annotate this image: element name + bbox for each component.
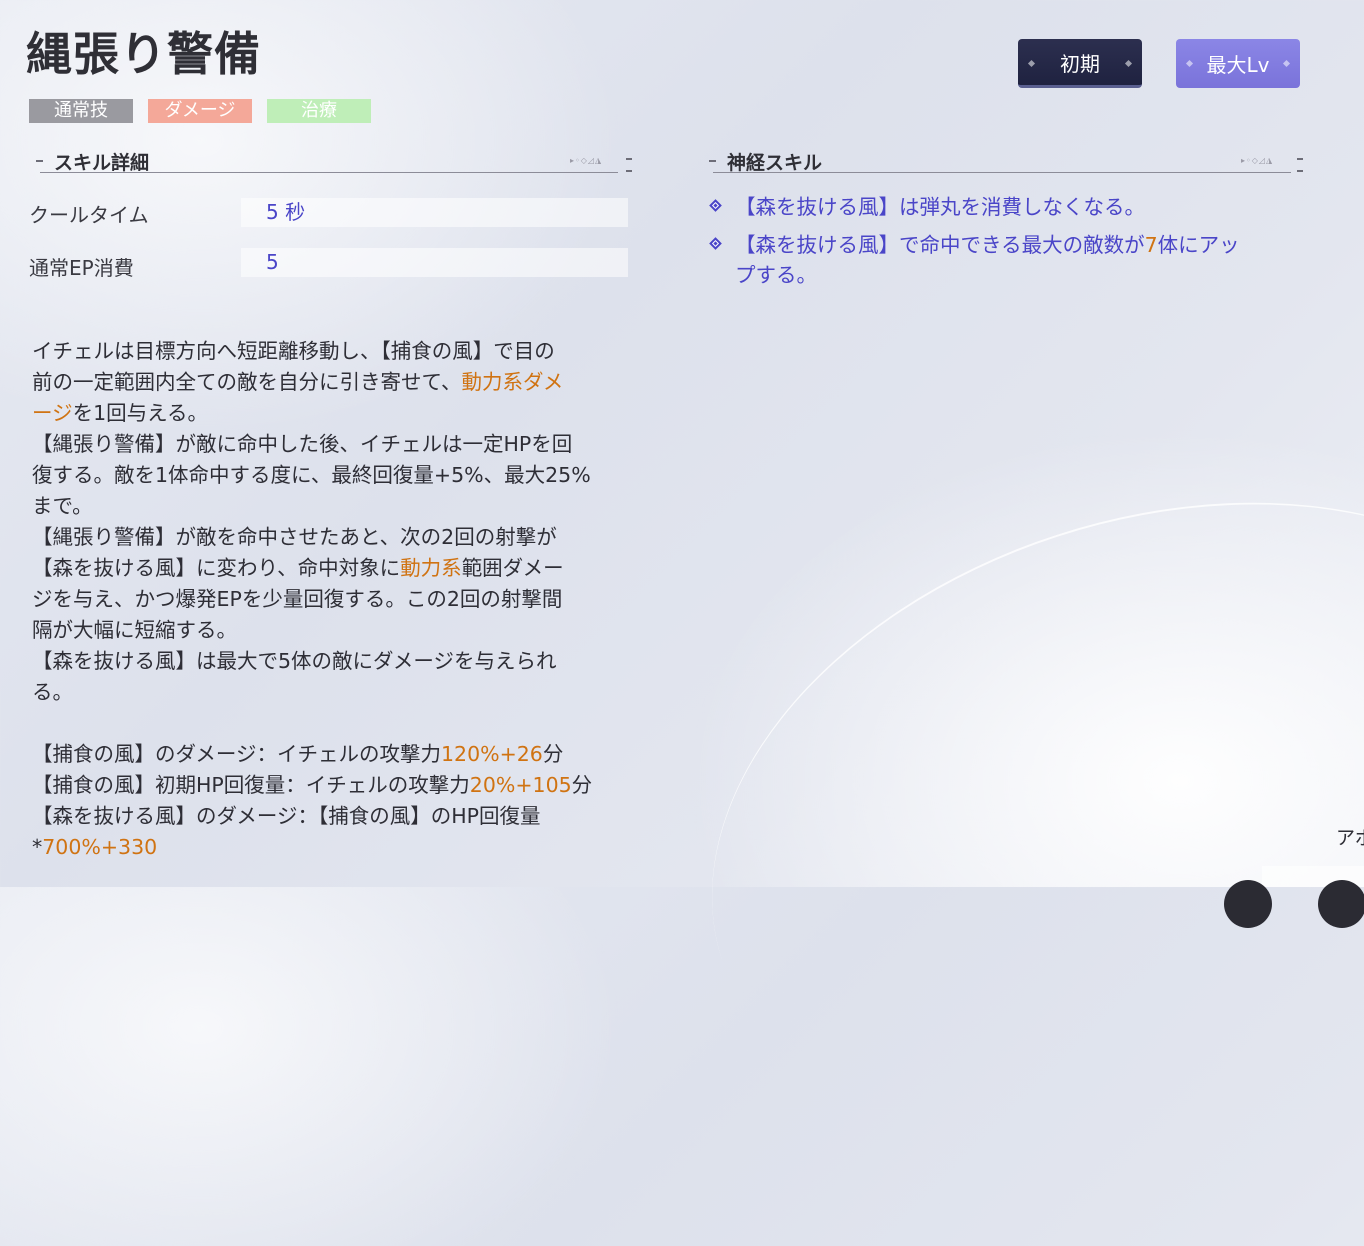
neural-skill-item: 【森を抜ける風】は弾丸を消費しなくなる。 xyxy=(709,192,1309,222)
description-line: イチェルは目標方向へ短距離移動し、【捕食の風】で目の xyxy=(32,339,555,363)
button-pip-left xyxy=(1027,59,1036,68)
description-line: 【森を抜ける風】に変わり、命中対象に動力系範囲ダメー xyxy=(32,556,564,580)
description-line: ジを与え、かつ爆発EPを少量回復する。この2回の射撃間 xyxy=(32,587,563,611)
neural-skill-text: 【森を抜ける風】で命中できる最大の敵数が7体にアッ xyxy=(735,233,1240,257)
description-line: 【縄張り警備】が敵に命中した後、イチェルは一定HPを回 xyxy=(32,432,573,456)
highlight-text: 700%+330 xyxy=(42,835,158,859)
background-swoosh xyxy=(629,395,1364,1246)
max-level-button[interactable]: 最大Lv xyxy=(1176,39,1300,88)
description-line: 【縄張り警備】が敵を命中させたあと、次の2回の射撃が xyxy=(32,525,557,549)
button-pip-left xyxy=(1185,59,1194,68)
description-line: 復する。敵を1体命中する度に、最終回復量+5%、最大25% xyxy=(32,463,591,487)
tag-damage: ダメージ xyxy=(148,99,252,123)
neural-skill-header: 神経スキル ▸◦◇◿◮ xyxy=(705,148,1307,174)
divider xyxy=(713,172,1291,173)
description-line: ージを1回与える。 xyxy=(32,401,209,425)
neural-skill-title: 神経スキル xyxy=(727,152,823,174)
skill-title: 縄張り警備 xyxy=(26,27,261,81)
description-line: 【森を抜ける風】は最大で5体の敵にダメージを与えられ xyxy=(32,649,557,673)
description-line: 前の一定範囲内全ての敵を自分に引き寄せて、動力系ダメ xyxy=(32,370,564,394)
button-pip-right xyxy=(1282,59,1291,68)
tag-skill-type: 通常技 xyxy=(29,99,133,123)
description-line: 【捕食の風】のダメージ：イチェルの攻撃力120%+26分 xyxy=(32,742,564,766)
ornament-icon: ▸◦◇◿◮ xyxy=(1241,156,1274,165)
highlight-text: 動力系 xyxy=(400,556,462,580)
neural-skill-item: 【森を抜ける風】で命中できる最大の敵数が7体にアッ プする。 xyxy=(709,230,1309,290)
initial-level-button[interactable]: 初期 xyxy=(1018,39,1142,88)
initial-level-label: 初期 xyxy=(1060,51,1100,76)
highlight-text: 7 xyxy=(1144,233,1158,257)
highlight-text: 120%+26 xyxy=(440,742,543,766)
highlight-text: 20%+105 xyxy=(469,773,572,797)
description-line: 【捕食の風】初期HP回復量：イチェルの攻撃力20%+105分 xyxy=(32,773,593,797)
description-line: 【森を抜ける風】のダメージ：【捕食の風】のHP回復量 xyxy=(32,804,541,828)
ornament-icon: ▸◦◇◿◮ xyxy=(570,156,603,165)
diamond-bullet-icon xyxy=(709,199,722,212)
description-line: *700%+330 xyxy=(32,835,158,859)
round-button[interactable] xyxy=(1224,880,1272,928)
description-line: まで。 xyxy=(32,494,93,518)
neural-skill-text: 【森を抜ける風】は弾丸を消費しなくなる。 xyxy=(735,195,1145,219)
divider xyxy=(40,172,618,173)
skill-description: イチェルは目標方向へ短距離移動し、【捕食の風】で目の 前の一定範囲内全ての敵を自分… xyxy=(32,336,644,863)
description-line: る。 xyxy=(32,680,73,704)
cooldown-label: クールタイム xyxy=(29,203,149,227)
description-line: 隔が大幅に短縮する。 xyxy=(32,618,237,642)
diamond-bullet-icon xyxy=(709,237,722,250)
highlight-text: ージ xyxy=(32,401,73,425)
skill-tags: 通常技 ダメージ 治療 xyxy=(29,99,371,123)
corner-label[interactable]: アボ xyxy=(1336,823,1364,850)
highlight-text: 動力系ダメ xyxy=(461,370,564,394)
max-level-label: 最大Lv xyxy=(1206,53,1270,77)
skill-details-title: スキル詳細 xyxy=(54,152,150,174)
button-pip-right xyxy=(1124,59,1133,68)
ep-cost-value: 5 xyxy=(241,248,628,277)
cooldown-value: 5 秒 xyxy=(241,198,628,227)
round-button[interactable] xyxy=(1318,880,1364,928)
skill-details-header: スキル詳細 ▸◦◇◿◮ xyxy=(32,148,634,174)
neural-skill-text: プする。 xyxy=(735,263,817,287)
tag-heal: 治療 xyxy=(267,99,371,123)
ep-cost-label: 通常EP消費 xyxy=(29,256,134,280)
neural-skill-list: 【森を抜ける風】は弾丸を消費しなくなる。【森を抜ける風】で命中できる最大の敵数が… xyxy=(709,192,1309,298)
